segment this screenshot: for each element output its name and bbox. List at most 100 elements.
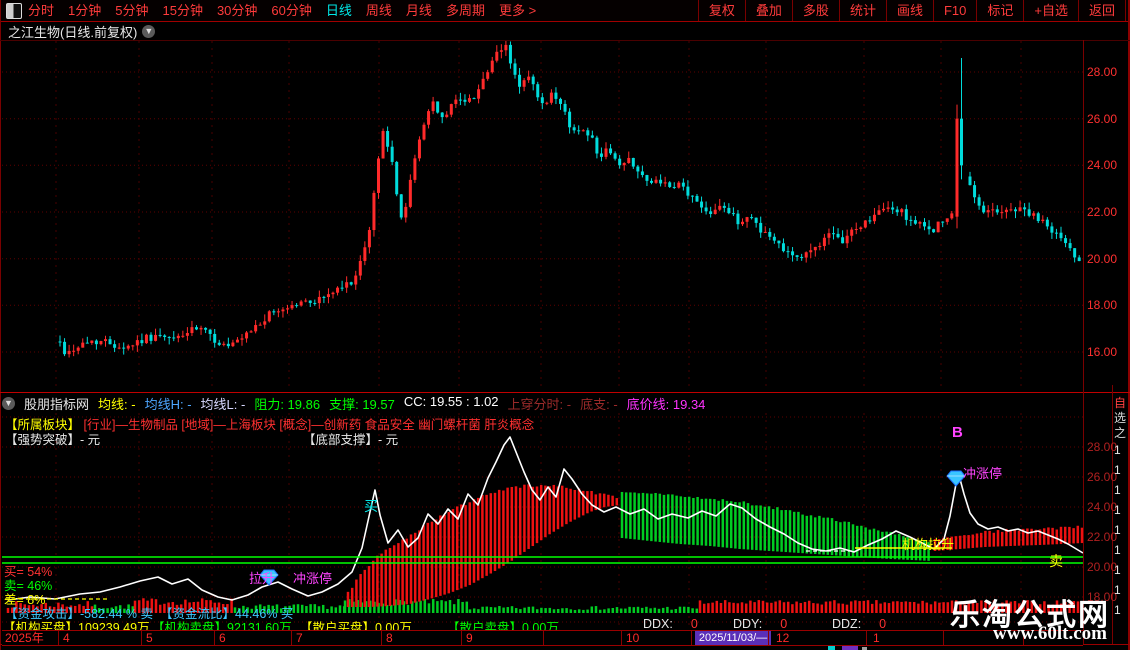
toolbar-button-1[interactable]: 叠加 [744, 0, 792, 21]
annotation-1: 拉升 [249, 571, 276, 586]
axis-tick [768, 631, 769, 645]
axis-separator [1083, 40, 1084, 645]
axis-month-5: 5 [146, 631, 153, 645]
annotation-5: 机构拉升 [902, 537, 955, 552]
indicator-field-1: 均线H: - [144, 397, 192, 412]
strip-char: 选 [1114, 411, 1127, 425]
period-tab-2[interactable]: 5分钟 [115, 0, 148, 21]
indicator-header: ▼ 股朋指标网 均线: - 均线H: - 均线L: - 阻力: 19.86 支撑: 19… [2, 394, 1082, 413]
toolbar-button-3[interactable]: 统计 [838, 0, 886, 21]
toolbar-button-8[interactable]: 返回 [1077, 0, 1126, 21]
dd-label: DDY: [733, 617, 763, 631]
toolbar-button-5[interactable]: F10 [932, 0, 976, 21]
dd-label: DDZ: [832, 617, 862, 631]
main-price-label: 22.00 [1087, 205, 1118, 219]
indicator-fields: 均线: - 均线H: - 均线L: - 阻力: 19.86 支撑: 19.57 CC: 1… [98, 394, 705, 413]
indicator-name: 股朋指标网 [24, 397, 90, 412]
axis-month-4: 4 [63, 631, 70, 645]
strong-breakout: 【强势突破】- 元 [5, 429, 100, 448]
period-tab-10[interactable]: 更多 > [499, 0, 536, 21]
period-tab-0[interactable]: 分时 [28, 0, 54, 21]
indicator-field-8: 底价线: 19.34 [626, 397, 706, 412]
strong-breakout-label: 【强势突破】 [5, 433, 81, 447]
axis-tick [461, 631, 462, 645]
axis-month-1: 1 [873, 631, 880, 645]
main-price-label: 16.00 [1087, 345, 1118, 359]
watermark-url: www.60lt.com [993, 623, 1107, 644]
axis-month-7: 7 [296, 631, 303, 645]
panel-separator [0, 392, 1130, 393]
main-price-label: 20.00 [1087, 251, 1118, 266]
main-price-label: 24.00 [1087, 158, 1118, 173]
bottom-support-value: - 元 [378, 433, 399, 447]
strip-number: 1 [1114, 543, 1121, 557]
strip-number: 1 [1114, 503, 1121, 517]
period-tab-3[interactable]: 15分钟 [162, 0, 202, 21]
strip-number: 1 [1114, 523, 1121, 537]
right-side-strip: 自选之111111111 [1113, 385, 1129, 625]
strip-number: 1 [1114, 443, 1121, 457]
axis-tick [943, 631, 944, 645]
date-axis[interactable]: 2025年 2025/11/03/— 4 5 6 7 8 9 10 12 1 [2, 630, 1083, 646]
period-tab-8[interactable]: 月线 [406, 0, 432, 21]
annotation-4: 冲涨停 [963, 466, 1003, 481]
dd-item-1: DDY: 0 [733, 617, 787, 631]
axis-tick [141, 631, 142, 645]
axis-month-6: 6 [219, 631, 226, 645]
axis-date-highlight: 2025/11/03/— [695, 631, 771, 645]
chevron-down-icon[interactable]: ▼ [142, 24, 156, 38]
dd-value: 0 [879, 617, 887, 631]
main-price-label: 18.00 [1087, 298, 1118, 313]
top-toolbar: 分时 1分钟 5分钟 15分钟 30分钟 60分钟 日线 周线 月线 多周期 更多 > 复权 叠加 多股… [0, 0, 1130, 22]
axis-tick [58, 631, 59, 645]
toolbar-button-7[interactable]: +自选 [1023, 0, 1078, 21]
period-tab-4[interactable]: 30分钟 [217, 0, 257, 21]
bottom-support-label: 【底部支撑】 [303, 433, 379, 447]
axis-tick [381, 631, 382, 645]
period-tab-9[interactable]: 多周期 [446, 0, 485, 21]
annotation-3: B [952, 424, 963, 441]
frame-left [0, 0, 1, 650]
axis-month-8: 8 [386, 631, 393, 645]
axis-month-12: 12 [776, 631, 790, 645]
axis-month-9: 9 [466, 631, 473, 645]
chart-canvas [2, 41, 1083, 650]
indicator-field-0: 均线: - [98, 397, 136, 412]
toolbar-button-4[interactable]: 画线 [885, 0, 933, 21]
indicator-field-3: 阻力: 19.86 [254, 397, 321, 412]
dd-item-2: DDZ: 0 [832, 617, 886, 631]
main-price-label: 28.00 [1087, 65, 1118, 79]
page-title: 之江生物(日线.前复权) [8, 24, 138, 40]
indicator-field-7: 底支: - [580, 397, 618, 412]
chevron-down-icon[interactable]: ▼ [2, 397, 15, 410]
toolbar-button-2[interactable]: 多股 [791, 0, 839, 21]
toolbar-actions: 复权 叠加 多股 统计 画线 F10 标记 +自选 返回 [697, 0, 1126, 21]
dd-label: DDX: [643, 617, 673, 631]
annotation-0: 买 [364, 498, 378, 514]
period-tab-6[interactable]: 日线 [326, 0, 352, 21]
period-tab-7[interactable]: 周线 [366, 0, 392, 21]
axis-tick [621, 631, 622, 645]
axis-year-label: 2025年 [5, 631, 44, 645]
axis-tick [291, 631, 292, 645]
indicator-field-4: 支撑: 19.57 [329, 397, 395, 412]
dd-item-0: DDX: 0 [643, 617, 698, 631]
toolbar-button-0[interactable]: 复权 [697, 0, 745, 21]
indicator-field-6: 上穿分时: - [507, 397, 572, 412]
chart-frame-top [0, 40, 1130, 41]
indicator-field-2: 均线L: - [200, 397, 246, 412]
indicator-field-5: CC: 19.55 : 1.02 [403, 394, 499, 409]
main-price-label: 26.00 [1087, 111, 1118, 126]
axis-tick [866, 631, 867, 645]
toolbar-button-6[interactable]: 标记 [976, 0, 1023, 21]
trading-app-window: 分时 1分钟 5分钟 15分钟 30分钟 60分钟 日线 周线 月线 多周期 更多 > 复权 叠加 多股… [0, 0, 1130, 650]
axis-tick [543, 631, 544, 645]
layout-toggle-icon[interactable] [6, 3, 22, 19]
stock-titlebar: 之江生物(日线.前复权) ▼ [8, 23, 156, 40]
bottom-support: 【底部支撑】- 元 [303, 429, 398, 448]
period-tab-5[interactable]: 60分钟 [271, 0, 311, 21]
strip-char: 自 [1114, 396, 1127, 410]
dd-value: 0 [690, 617, 698, 631]
axis-tick [691, 631, 692, 645]
period-tab-1[interactable]: 1分钟 [68, 0, 101, 21]
